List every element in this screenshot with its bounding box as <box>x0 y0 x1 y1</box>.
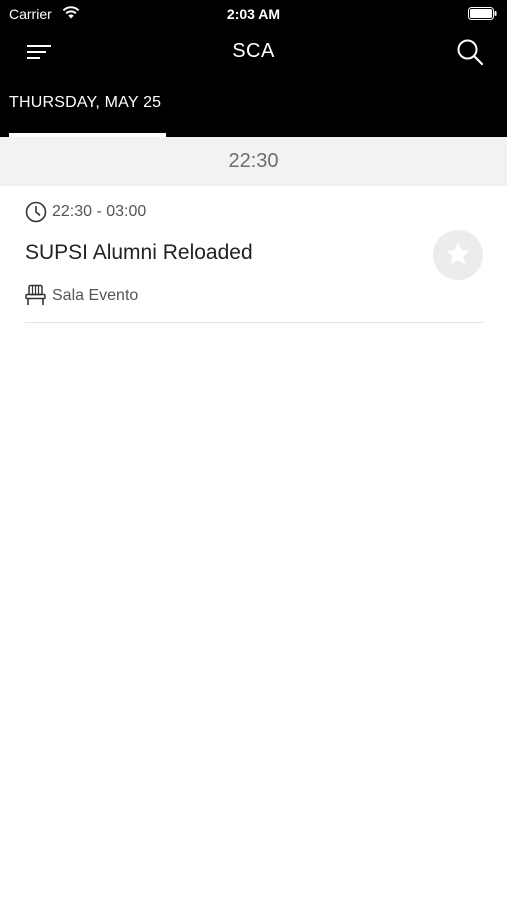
event-room: Sala Evento <box>52 287 139 304</box>
status-bar: Carrier 2:03 AM <box>0 0 507 28</box>
navigation-bar: SCA <box>0 28 507 76</box>
battery-icon <box>468 7 497 20</box>
status-time: 2:03 AM <box>226 6 281 22</box>
event-list-item[interactable]: 22:30 - 03:00 SUPSI Alumni Reloaded Sala… <box>0 186 507 324</box>
search-icon <box>457 39 484 66</box>
search-button[interactable] <box>455 37 485 67</box>
tab-thursday-may-25[interactable]: THURSDAY, MAY 25 <box>9 94 161 112</box>
time-section-header: 22:30 <box>0 137 507 186</box>
event-title: SUPSI Alumni Reloaded <box>25 241 253 264</box>
menu-icon <box>27 45 51 59</box>
clock-icon <box>25 201 47 223</box>
day-tab-bar: THURSDAY, MAY 25 <box>0 76 507 137</box>
row-divider <box>25 322 483 323</box>
page-title: SCA <box>232 40 275 62</box>
chair-icon <box>25 284 46 305</box>
event-time-range: 22:30 - 03:00 <box>52 203 147 220</box>
menu-button[interactable] <box>22 40 54 64</box>
favorite-button[interactable] <box>433 230 483 280</box>
star-icon <box>446 242 470 265</box>
